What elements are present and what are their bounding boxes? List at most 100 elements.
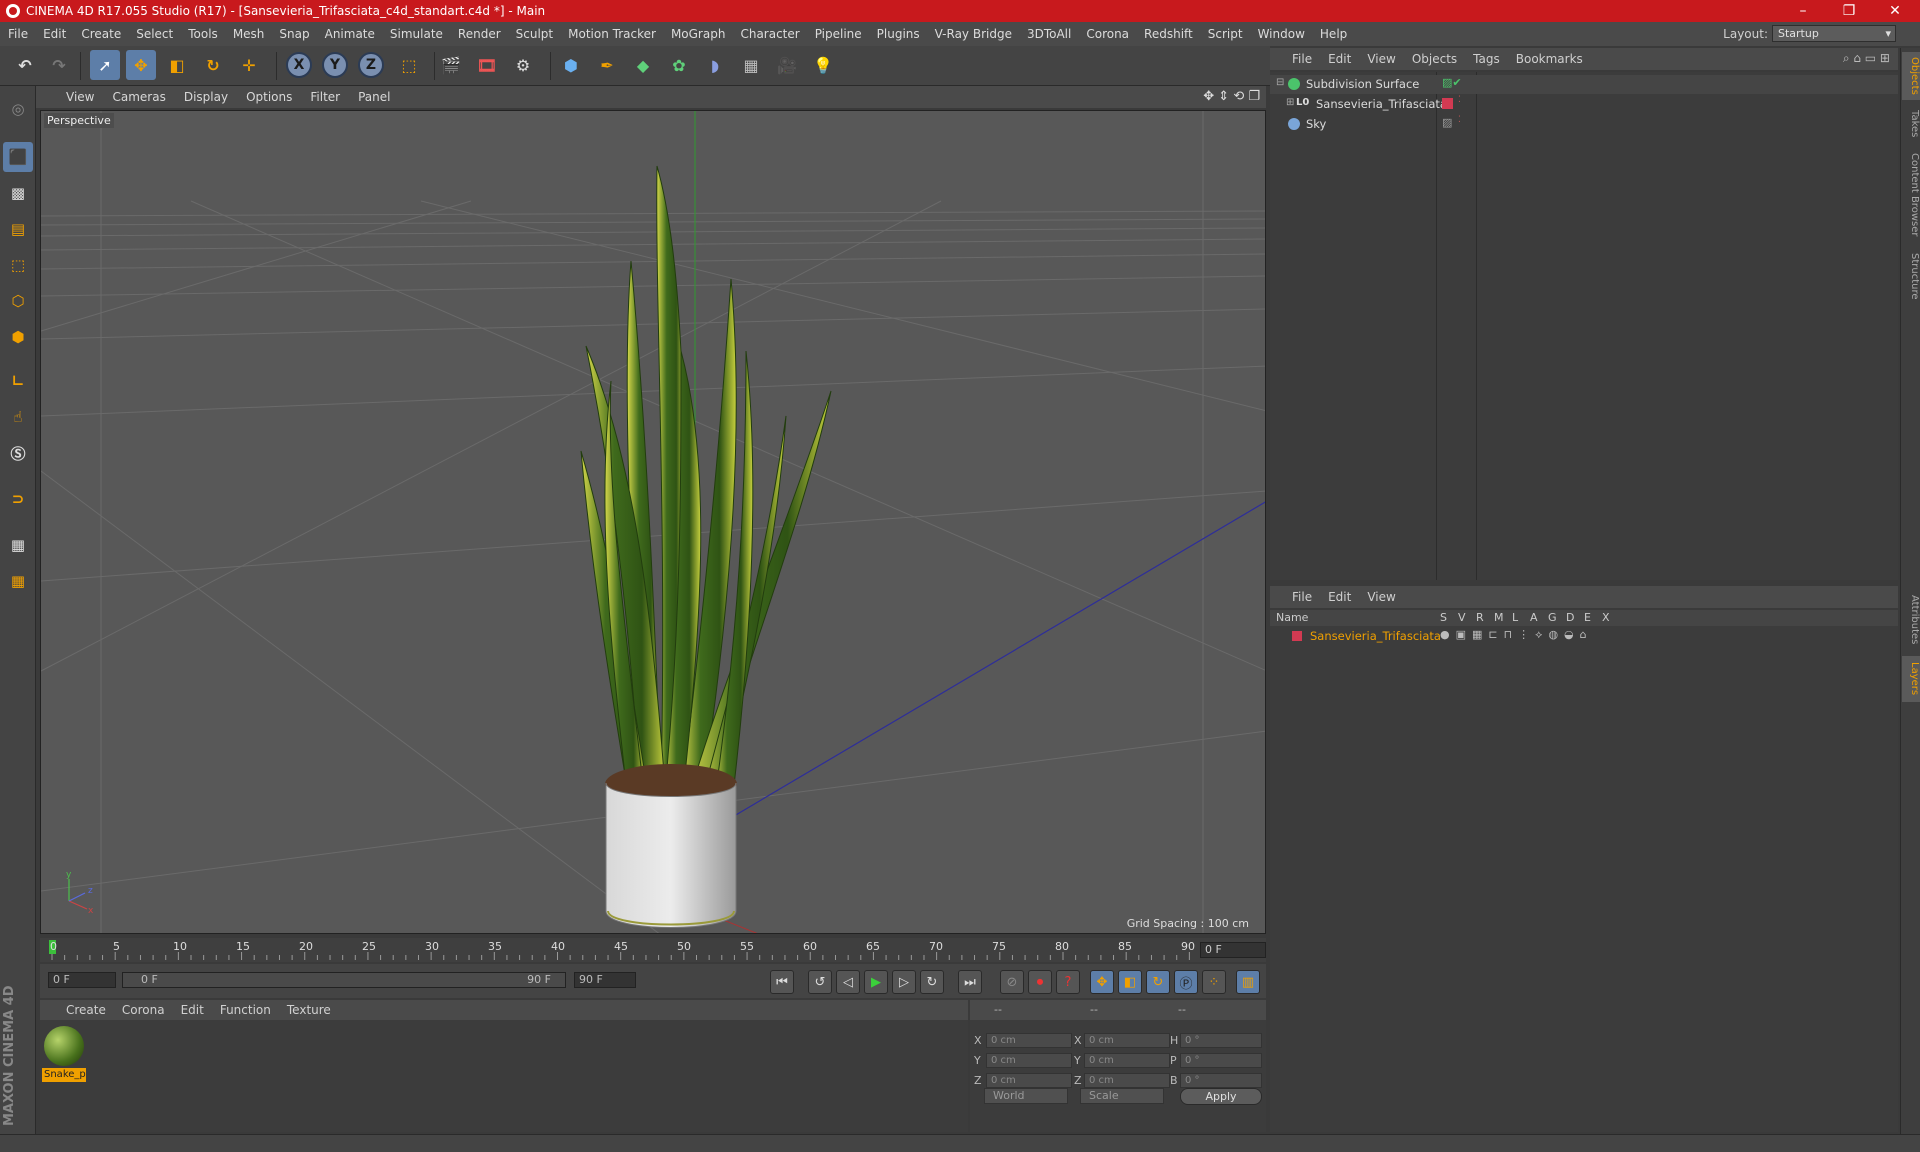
menu-render[interactable]: Render (458, 27, 501, 41)
menu-window[interactable]: Window (1258, 27, 1305, 41)
undo-icon[interactable]: ↶ (10, 50, 40, 80)
layer-menu-edit[interactable]: Edit (1328, 590, 1351, 604)
render-view-icon[interactable]: 🎬 (436, 50, 466, 80)
viewport-menu-display[interactable]: Display (184, 90, 228, 104)
coordinate-system-icon[interactable]: ⬚ (394, 50, 424, 80)
subdivision-surface-icon[interactable]: ◆ (628, 50, 658, 80)
size-x-field[interactable]: 0 cm (1084, 1033, 1170, 1048)
go-to-start-icon[interactable]: ⏮ (770, 970, 794, 994)
menu-mesh[interactable]: Mesh (233, 27, 265, 41)
minimize-button[interactable]: – (1780, 0, 1826, 22)
layer-flag-icons[interactable]: ●▣▦⊏⊓⋮⟡◍◒⌂ (1440, 628, 1593, 642)
keyframe-help-icon[interactable]: ? (1056, 970, 1080, 994)
pos-z-field[interactable]: 0 cm (986, 1073, 1072, 1088)
spline-pen-icon[interactable]: ✒ (592, 50, 622, 80)
object-name-sansevieria[interactable]: Sansevieria_Trifasciata (1316, 97, 1447, 111)
rot-p-field[interactable]: 0 ° (1180, 1053, 1262, 1068)
material-menu-corona[interactable]: Corona (122, 1003, 165, 1017)
menu-vray-bridge[interactable]: V-Ray Bridge (935, 27, 1012, 41)
layer-color-swatch[interactable] (1442, 98, 1453, 109)
previous-key-icon[interactable]: ↺ (808, 970, 832, 994)
lock-workplane-icon[interactable]: ▦ (3, 530, 33, 560)
object-menu-bookmarks[interactable]: Bookmarks (1516, 52, 1583, 66)
menu-select[interactable]: Select (136, 27, 173, 41)
material-menu-texture[interactable]: Texture (287, 1003, 331, 1017)
current-frame-field[interactable]: 0 F (1200, 942, 1266, 958)
key-scale-icon[interactable]: ◧ (1118, 970, 1142, 994)
menu-script[interactable]: Script (1208, 27, 1243, 41)
material-preview-swatch[interactable] (44, 1026, 84, 1066)
live-selection-icon[interactable]: ➚ (90, 50, 120, 80)
material-menu-edit[interactable]: Edit (181, 1003, 204, 1017)
menu-motion-tracker[interactable]: Motion Tracker (568, 27, 656, 41)
pos-y-field[interactable]: 0 cm (986, 1053, 1072, 1068)
object-menu-objects[interactable]: Objects (1412, 52, 1457, 66)
maximize-button[interactable]: ❐ (1826, 0, 1872, 22)
z-axis-lock-icon[interactable]: Z (358, 52, 384, 78)
layer-menu-view[interactable]: View (1367, 590, 1395, 604)
menu-plugins[interactable]: Plugins (877, 27, 920, 41)
menu-character[interactable]: Character (740, 27, 799, 41)
sky-tag-icon[interactable]: ▨ (1442, 116, 1452, 129)
apply-button[interactable]: Apply (1180, 1088, 1262, 1105)
play-forward-icon[interactable]: ▶ (864, 970, 888, 994)
start-frame-field[interactable]: 0 F (48, 972, 116, 988)
tab-structure[interactable]: Structure (1902, 246, 1920, 306)
recent-tool-icon[interactable]: ✛ (234, 50, 264, 80)
magnet-icon[interactable]: ⊃ (3, 484, 33, 514)
move-tool-icon[interactable]: ✥ (126, 50, 156, 80)
visibility-check-icon[interactable]: ▨✔ (1442, 76, 1462, 89)
next-key-icon[interactable]: ↻ (920, 970, 944, 994)
coordinate-space-dropdown[interactable]: World (984, 1088, 1068, 1104)
rot-b-field[interactable]: 0 ° (1180, 1073, 1262, 1088)
scale-tool-icon[interactable]: ◧ (162, 50, 192, 80)
model-mode-icon[interactable]: ⬛ (3, 142, 33, 172)
tweak-mode-icon[interactable]: ☝ (3, 402, 33, 432)
menu-mograph[interactable]: MoGraph (671, 27, 726, 41)
workplane-mode-icon[interactable]: ▤ (3, 214, 33, 244)
go-to-end-icon[interactable]: ⏭ (958, 970, 982, 994)
edges-mode-icon[interactable]: ⬡ (3, 286, 33, 316)
size-mode-dropdown[interactable]: Scale (1080, 1088, 1164, 1104)
cube-object-icon[interactable]: ⬢ (556, 50, 586, 80)
points-mode-icon[interactable]: ⬚ (3, 250, 33, 280)
menu-simulate[interactable]: Simulate (390, 27, 443, 41)
x-axis-lock-icon[interactable]: X (286, 52, 312, 78)
redo-icon[interactable]: ↷ (44, 50, 74, 80)
tab-takes[interactable]: Takes (1902, 104, 1920, 144)
collapse-icon[interactable]: ⊟ (1276, 77, 1284, 88)
texture-mode-icon[interactable]: ▩ (3, 178, 33, 208)
material-menu-create[interactable]: Create (66, 1003, 106, 1017)
timeline-ruler[interactable]: 0 5 10 15 20 25 30 35 40 45 50 55 60 65 … (40, 938, 1266, 962)
deformer-icon[interactable]: ◗ (700, 50, 730, 80)
close-button[interactable]: ✕ (1872, 0, 1918, 22)
y-axis-lock-icon[interactable]: Y (322, 52, 348, 78)
layer-menu-file[interactable]: File (1292, 590, 1312, 604)
polygons-mode-icon[interactable]: ⬢ (3, 322, 33, 352)
menu-edit[interactable]: Edit (43, 27, 66, 41)
object-row-sansevieria[interactable]: ⊞ L0 Sansevieria_Trifasciata ⁚ (1270, 95, 1898, 114)
viewport-menu-cameras[interactable]: Cameras (112, 90, 165, 104)
next-frame-icon[interactable]: ▷ (892, 970, 916, 994)
viewport-menu-options[interactable]: Options (246, 90, 292, 104)
cloner-icon[interactable]: ✿ (664, 50, 694, 80)
object-menu-file[interactable]: File (1292, 52, 1312, 66)
object-row-subdivision[interactable]: ⊟ Subdivision Surface ▨✔ (1270, 75, 1898, 94)
menu-snap[interactable]: Snap (279, 27, 309, 41)
menu-file[interactable]: File (8, 27, 28, 41)
make-editable-icon[interactable]: ◎ (3, 94, 33, 124)
menu-tools[interactable]: Tools (188, 27, 218, 41)
object-row-sky[interactable]: Sky ▨ ⁚ (1270, 115, 1898, 134)
tab-layers[interactable]: Layers (1902, 656, 1920, 702)
viewport-menu-panel[interactable]: Panel (358, 90, 390, 104)
record-keys-icon[interactable]: ⊘ (1000, 970, 1024, 994)
light-icon[interactable]: 💡 (808, 50, 838, 80)
key-parameter-icon[interactable]: Ⓟ (1174, 970, 1198, 994)
object-menu-view[interactable]: View (1367, 52, 1395, 66)
tab-attributes[interactable]: Attributes (1902, 588, 1920, 652)
timeline-window-icon[interactable]: ▥ (1236, 970, 1260, 994)
snap-mode-icon[interactable]: Ⓢ (3, 438, 33, 468)
visibility-dots-icon[interactable]: ⁚ (1458, 95, 1461, 105)
object-manager-search-home-icons[interactable]: ⌕ ⌂ ▭ ⊞ (1843, 51, 1890, 66)
viewport-camera-label[interactable]: Perspective (44, 113, 114, 128)
